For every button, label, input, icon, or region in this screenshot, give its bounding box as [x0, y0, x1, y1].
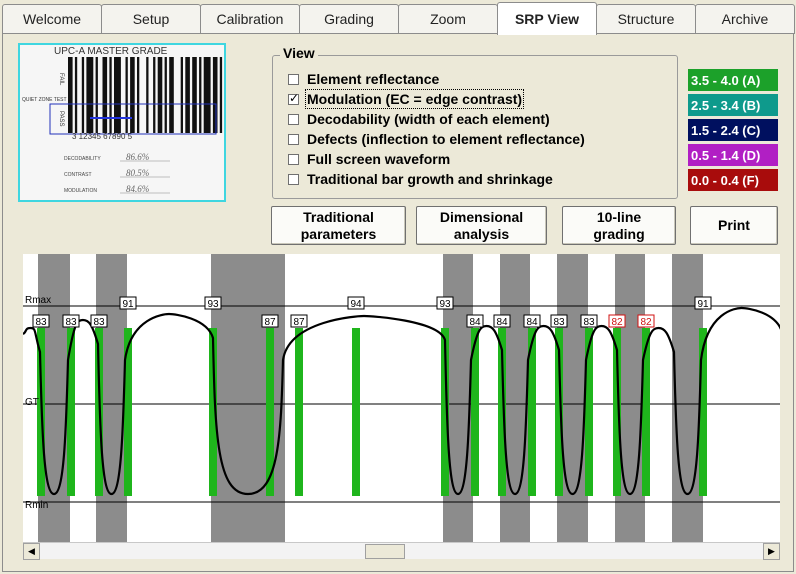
bar-elements — [38, 254, 703, 544]
traditional-parameters-button[interactable]: Traditional parameters — [271, 206, 406, 245]
edge-contrast-label-7: 94 — [350, 299, 362, 310]
contrast-value: 80.5% — [126, 168, 149, 178]
edge-contrast-label-9: 84 — [469, 317, 481, 328]
reflectance-waveform — [23, 306, 780, 496]
edge-contrast-label-6: 87 — [293, 317, 305, 328]
edge-contrast-label-4: 93 — [207, 299, 219, 310]
barcode-pass-label: PASS — [58, 111, 64, 127]
rmin-label: Rmin — [25, 500, 48, 511]
edge-contrast-label-11: 84 — [526, 317, 538, 328]
edge-contrast-label-10: 84 — [496, 317, 508, 328]
defects-checkbox[interactable] — [288, 133, 299, 145]
edge-contrast-label-2: 83 — [93, 317, 105, 328]
grade-c-swatch: 1.5 - 2.4 (C) — [688, 119, 778, 141]
tab-archive[interactable]: Archive — [695, 4, 795, 34]
edge-contrast-label-16: 91 — [697, 299, 709, 310]
contrast-label: CONTRAST — [64, 172, 92, 178]
option-label: Element reflectance — [307, 71, 440, 87]
rmax-label: Rmax — [25, 295, 51, 306]
tab-welcome[interactable]: Welcome — [2, 4, 102, 34]
srp-view-window: Welcome Setup Calibration Grading Zoom S… — [0, 0, 796, 574]
option-label: Modulation (EC = edge contrast) — [304, 89, 525, 109]
tab-srp-view[interactable]: SRP View — [497, 2, 597, 35]
decodability-value: 86.6% — [126, 152, 149, 162]
option-bar-growth[interactable]: Traditional bar growth and shrinkage — [288, 169, 585, 189]
edge-contrast-label-15: 82 — [640, 317, 652, 328]
view-group-title: View — [280, 45, 318, 61]
scroll-thumb[interactable] — [365, 544, 405, 559]
edge-contrast-bar-13 — [585, 328, 593, 496]
tab-structure[interactable]: Structure — [596, 4, 696, 34]
option-label: Full screen waveform — [307, 151, 451, 167]
edge-contrast-label-14: 82 — [611, 317, 623, 328]
grade-b-swatch: 2.5 - 3.4 (B) — [688, 94, 778, 116]
ten-line-grading-button[interactable]: 10-line grading — [562, 206, 676, 245]
edge-contrast-label-5: 87 — [264, 317, 276, 328]
option-element-reflectance[interactable]: Element reflectance — [288, 69, 585, 89]
edge-contrast-label-8: 93 — [439, 299, 451, 310]
tab-grading[interactable]: Grading — [299, 4, 399, 34]
dimensional-analysis-button[interactable]: Dimensional analysis — [416, 206, 547, 245]
full-screen-waveform-checkbox[interactable] — [288, 153, 299, 165]
edge-contrast-label-13: 83 — [583, 317, 595, 328]
barcode-bars — [68, 57, 223, 133]
option-full-screen-waveform[interactable]: Full screen waveform — [288, 149, 585, 169]
edge-contrast-bar-7 — [352, 328, 360, 496]
barcode-digits: 3 12345 67890 5 — [72, 132, 133, 141]
srp-waveform-chart[interactable]: Rmax GT Rmin 83 83 83 91 93 87 87 94 93 84 84 84 83 8… — [23, 254, 780, 544]
edge-contrast-labels: 83 83 83 91 93 87 87 94 93 84 84 84 83 83 82 82 91 — [32, 296, 712, 328]
edge-contrast-bars — [37, 328, 707, 496]
option-label: Traditional bar growth and shrinkage — [307, 171, 553, 187]
scroll-left-arrow-icon[interactable]: ◀ — [23, 543, 40, 560]
decodability-checkbox[interactable] — [288, 113, 299, 125]
barcode-image[interactable]: UPC-A MASTER GRADE QUIET ZONE TEST FAIL … — [18, 43, 226, 202]
tab-setup[interactable]: Setup — [101, 4, 201, 34]
gt-label: GT — [25, 397, 39, 408]
barcode-quiet-zone-label: QUIET ZONE TEST — [22, 97, 67, 103]
barcode-fail-label: FAIL — [58, 73, 64, 86]
edge-contrast-label-0: 83 — [35, 317, 47, 328]
scroll-right-arrow-icon[interactable]: ▶ — [763, 543, 780, 560]
edge-contrast-bar-15 — [642, 328, 650, 496]
option-defects[interactable]: Defects (inflection to element reflectan… — [288, 129, 585, 149]
option-label: Decodability (width of each element) — [307, 111, 550, 127]
barcode-header: UPC-A MASTER GRADE — [54, 46, 168, 57]
option-decodability[interactable]: Decodability (width of each element) — [288, 109, 585, 129]
grade-legend: 3.5 - 4.0 (A) 2.5 - 3.4 (B) 1.5 - 2.4 (C… — [688, 69, 778, 194]
grade-d-swatch: 0.5 - 1.4 (D) — [688, 144, 778, 166]
print-button[interactable]: Print — [690, 206, 778, 245]
bar-growth-checkbox[interactable] — [288, 173, 299, 185]
option-modulation[interactable]: Modulation (EC = edge contrast) — [288, 89, 585, 109]
edge-contrast-label-3: 91 — [122, 299, 134, 310]
horizontal-scrollbar[interactable]: ◀ ▶ — [23, 542, 780, 560]
edge-contrast-label-12: 83 — [553, 317, 565, 328]
modulation-checkbox[interactable] — [288, 91, 299, 105]
view-options: Element reflectance Modulation (EC = edg… — [288, 69, 585, 189]
tab-zoom[interactable]: Zoom — [398, 4, 498, 34]
decodability-label: DECODABILITY — [64, 156, 101, 162]
option-label: Defects (inflection to element reflectan… — [307, 131, 585, 147]
tab-bar: Welcome Setup Calibration Grading Zoom S… — [2, 2, 795, 35]
edge-contrast-label-1: 83 — [65, 317, 77, 328]
element-reflectance-checkbox[interactable] — [288, 73, 299, 85]
tab-calibration[interactable]: Calibration — [200, 4, 300, 34]
edge-contrast-bar-6 — [295, 328, 303, 496]
grade-a-swatch: 3.5 - 4.0 (A) — [688, 69, 778, 91]
modulation-value: 84.6% — [126, 184, 149, 194]
grade-f-swatch: 0.0 - 0.4 (F) — [688, 169, 778, 191]
modulation-label: MODULATION — [64, 188, 97, 194]
